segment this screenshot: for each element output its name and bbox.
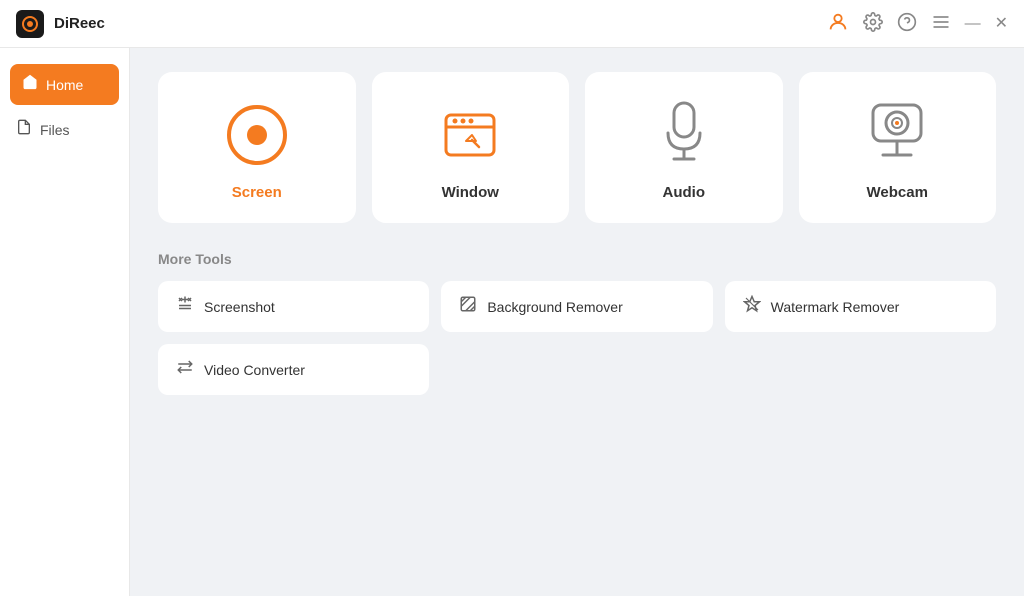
webcam-icon-wrap <box>862 100 932 170</box>
screen-dot <box>247 125 267 145</box>
title-bar: DiReec <box>0 0 1024 48</box>
audio-label: Audio <box>663 184 706 201</box>
screen-icon-wrap <box>222 100 292 170</box>
screen-icon <box>227 105 287 165</box>
app-name: DiReec <box>54 15 105 32</box>
watermark-remover-icon <box>743 295 761 318</box>
window-controls: — ✕ <box>827 11 1008 37</box>
minimize-button[interactable]: — <box>965 16 981 32</box>
background-remover-label: Background Remover <box>487 299 622 315</box>
window-icon-wrap <box>435 100 505 170</box>
sidebar-home-label: Home <box>46 77 83 93</box>
app-logo <box>16 10 44 38</box>
window-icon <box>444 113 496 157</box>
webcam-label: Webcam <box>867 184 928 201</box>
main-content: Screen Window <box>130 48 1024 596</box>
record-cards: Screen Window <box>158 72 996 223</box>
screen-label: Screen <box>232 184 282 201</box>
window-card[interactable]: Window <box>372 72 570 223</box>
video-converter-tool-button[interactable]: Video Converter <box>158 344 429 395</box>
screenshot-icon <box>176 295 194 318</box>
audio-icon-wrap <box>649 100 719 170</box>
help-icon[interactable] <box>897 12 917 35</box>
settings-icon[interactable] <box>863 12 883 35</box>
sidebar-files-label: Files <box>40 122 70 138</box>
screenshot-tool-button[interactable]: Screenshot <box>158 281 429 332</box>
app-brand: DiReec <box>16 10 105 38</box>
window-label: Window <box>442 184 499 201</box>
menu-icon[interactable] <box>931 12 951 35</box>
audio-card[interactable]: Audio <box>585 72 783 223</box>
logo-dot <box>27 21 33 27</box>
screen-card[interactable]: Screen <box>158 72 356 223</box>
video-converter-icon <box>176 358 194 381</box>
app-body: Home Files Screen <box>0 48 1024 596</box>
sidebar: Home Files <box>0 48 130 596</box>
profile-icon[interactable] <box>827 11 849 37</box>
more-tools-title: More Tools <box>158 251 996 267</box>
close-button[interactable]: ✕ <box>995 16 1008 32</box>
files-icon <box>16 119 32 140</box>
background-remover-icon <box>459 295 477 318</box>
webcam-card[interactable]: Webcam <box>799 72 997 223</box>
video-converter-label: Video Converter <box>204 362 305 378</box>
background-remover-tool-button[interactable]: Background Remover <box>441 281 712 332</box>
sidebar-item-files[interactable]: Files <box>0 109 129 150</box>
watermark-remover-tool-button[interactable]: Watermark Remover <box>725 281 996 332</box>
home-icon <box>22 74 38 95</box>
watermark-remover-label: Watermark Remover <box>771 299 900 315</box>
tools-grid: Screenshot Background Remover <box>158 281 996 395</box>
audio-icon <box>660 101 708 169</box>
webcam-icon <box>867 101 927 169</box>
sidebar-item-home[interactable]: Home <box>10 64 119 105</box>
more-tools-section: More Tools <box>158 251 996 395</box>
logo-ring <box>22 16 38 32</box>
screenshot-label: Screenshot <box>204 299 275 315</box>
